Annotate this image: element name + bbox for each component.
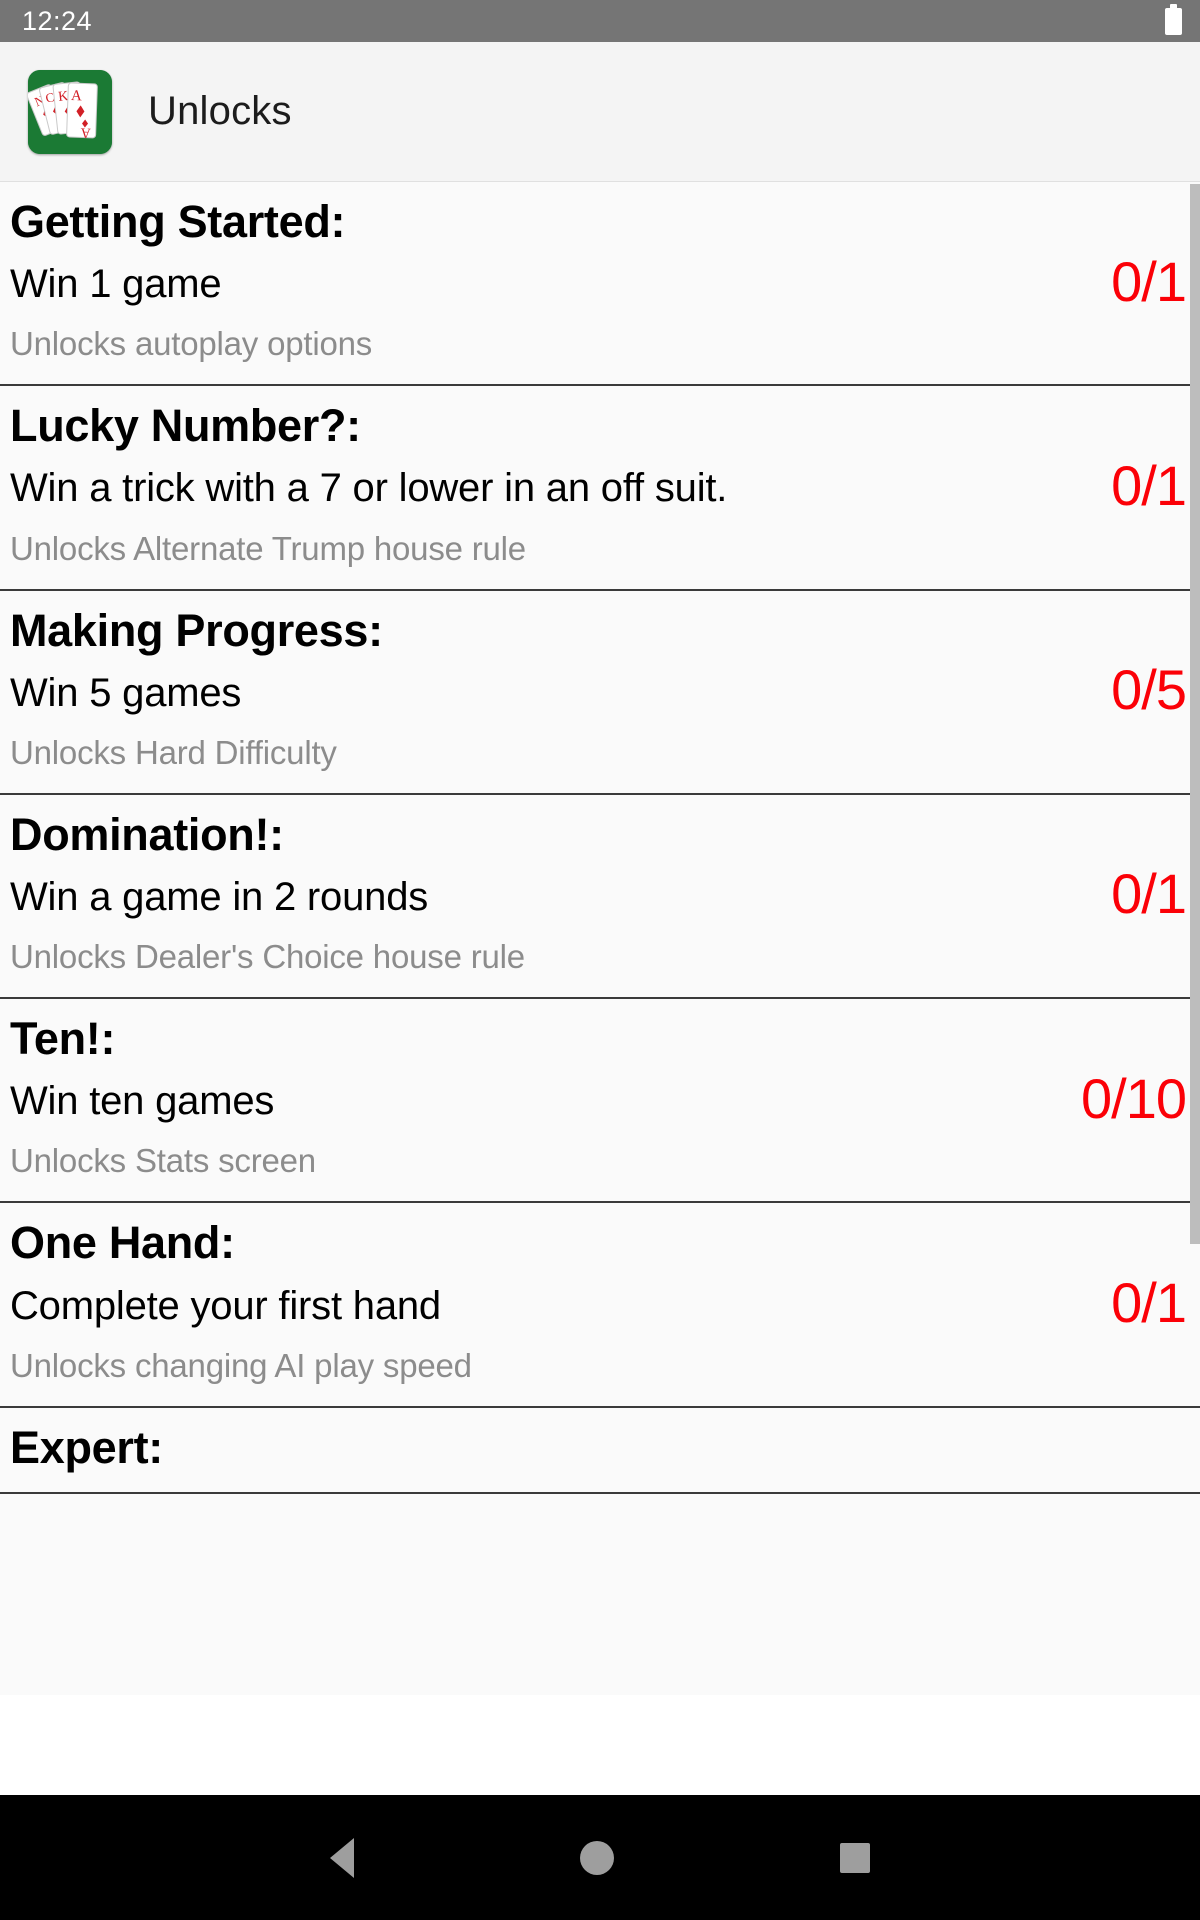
svg-text:A: A xyxy=(71,88,83,104)
status-bar-clock: 12:24 xyxy=(22,5,93,36)
list-item[interactable]: One Hand: Complete your first hand Unloc… xyxy=(0,1203,1200,1408)
achievement-title: Ten!: xyxy=(10,1013,116,1065)
battery-icon xyxy=(1165,3,1182,35)
achievement-reward: Unlocks Dealer's Choice house rule xyxy=(10,938,525,976)
achievement-reward: Unlocks autoplay options xyxy=(10,325,373,363)
status-bar: 12:24 xyxy=(0,0,1200,42)
achievement-progress-count: 0/1 xyxy=(1111,862,1187,926)
achievement-reward: Unlocks Alternate Trump house rule xyxy=(10,529,526,567)
list-item[interactable]: Domination!: Win a game in 2 rounds Unlo… xyxy=(0,794,1200,1000)
card-deck-icon: N C K A A xyxy=(28,69,112,154)
achievement-title: Domination!: xyxy=(10,808,284,860)
back-icon[interactable] xyxy=(330,1837,354,1878)
achievement-title: Expert: xyxy=(10,1421,163,1473)
svg-text:A: A xyxy=(79,124,91,139)
list-item[interactable]: Expert: xyxy=(0,1407,1200,1494)
scrollbar[interactable] xyxy=(1190,182,1200,1695)
list-item[interactable]: Making Progress: Win 5 games Unlocks Har… xyxy=(0,590,1200,795)
app-bar: N C K A A Unlocks xyxy=(0,42,1200,182)
achievement-reward: Unlocks Stats screen xyxy=(10,1142,316,1180)
achievement-title: Lucky Number?: xyxy=(10,400,361,452)
scrollbar-thumb[interactable] xyxy=(1190,184,1200,1244)
achievement-progress-count: 0/1 xyxy=(1111,453,1187,517)
page-title: Unlocks xyxy=(148,89,292,133)
achievement-description: Win 5 games xyxy=(10,670,242,715)
achievement-progress-count: 0/1 xyxy=(1111,249,1187,313)
achievement-reward: Unlocks Hard Difficulty xyxy=(10,733,337,771)
achievement-reward: Unlocks changing AI play speed xyxy=(10,1346,472,1384)
achievement-description: Win a game in 2 rounds xyxy=(10,874,429,919)
achievement-description: Win ten games xyxy=(10,1079,275,1124)
achievement-description: Win 1 game xyxy=(10,262,222,307)
list-item[interactable]: Getting Started: Win 1 game Unlocks auto… xyxy=(0,182,1200,387)
list-item[interactable]: Ten!: Win ten games Unlocks Stats screen… xyxy=(0,999,1200,1204)
unlocks-list[interactable]: Getting Started: Win 1 game Unlocks auto… xyxy=(0,182,1200,1695)
achievement-progress-count: 0/5 xyxy=(1111,658,1187,722)
list-item[interactable]: Lucky Number?: Win a trick with a 7 or l… xyxy=(0,386,1200,591)
achievement-title: One Hand: xyxy=(10,1217,235,1269)
achievement-title: Making Progress: xyxy=(10,604,383,656)
achievement-description: Complete your first hand xyxy=(10,1283,441,1328)
android-navigation-bar xyxy=(0,1795,1200,1920)
status-bar-indicators xyxy=(1165,3,1182,35)
achievement-progress-count: 0/10 xyxy=(1081,1066,1187,1130)
recents-icon[interactable] xyxy=(840,1842,870,1873)
home-icon[interactable] xyxy=(580,1840,614,1875)
achievement-title: Getting Started: xyxy=(10,196,346,247)
achievement-description: Win a trick with a 7 or lower in an off … xyxy=(10,466,728,511)
achievement-progress-count: 0/1 xyxy=(1111,1270,1187,1334)
